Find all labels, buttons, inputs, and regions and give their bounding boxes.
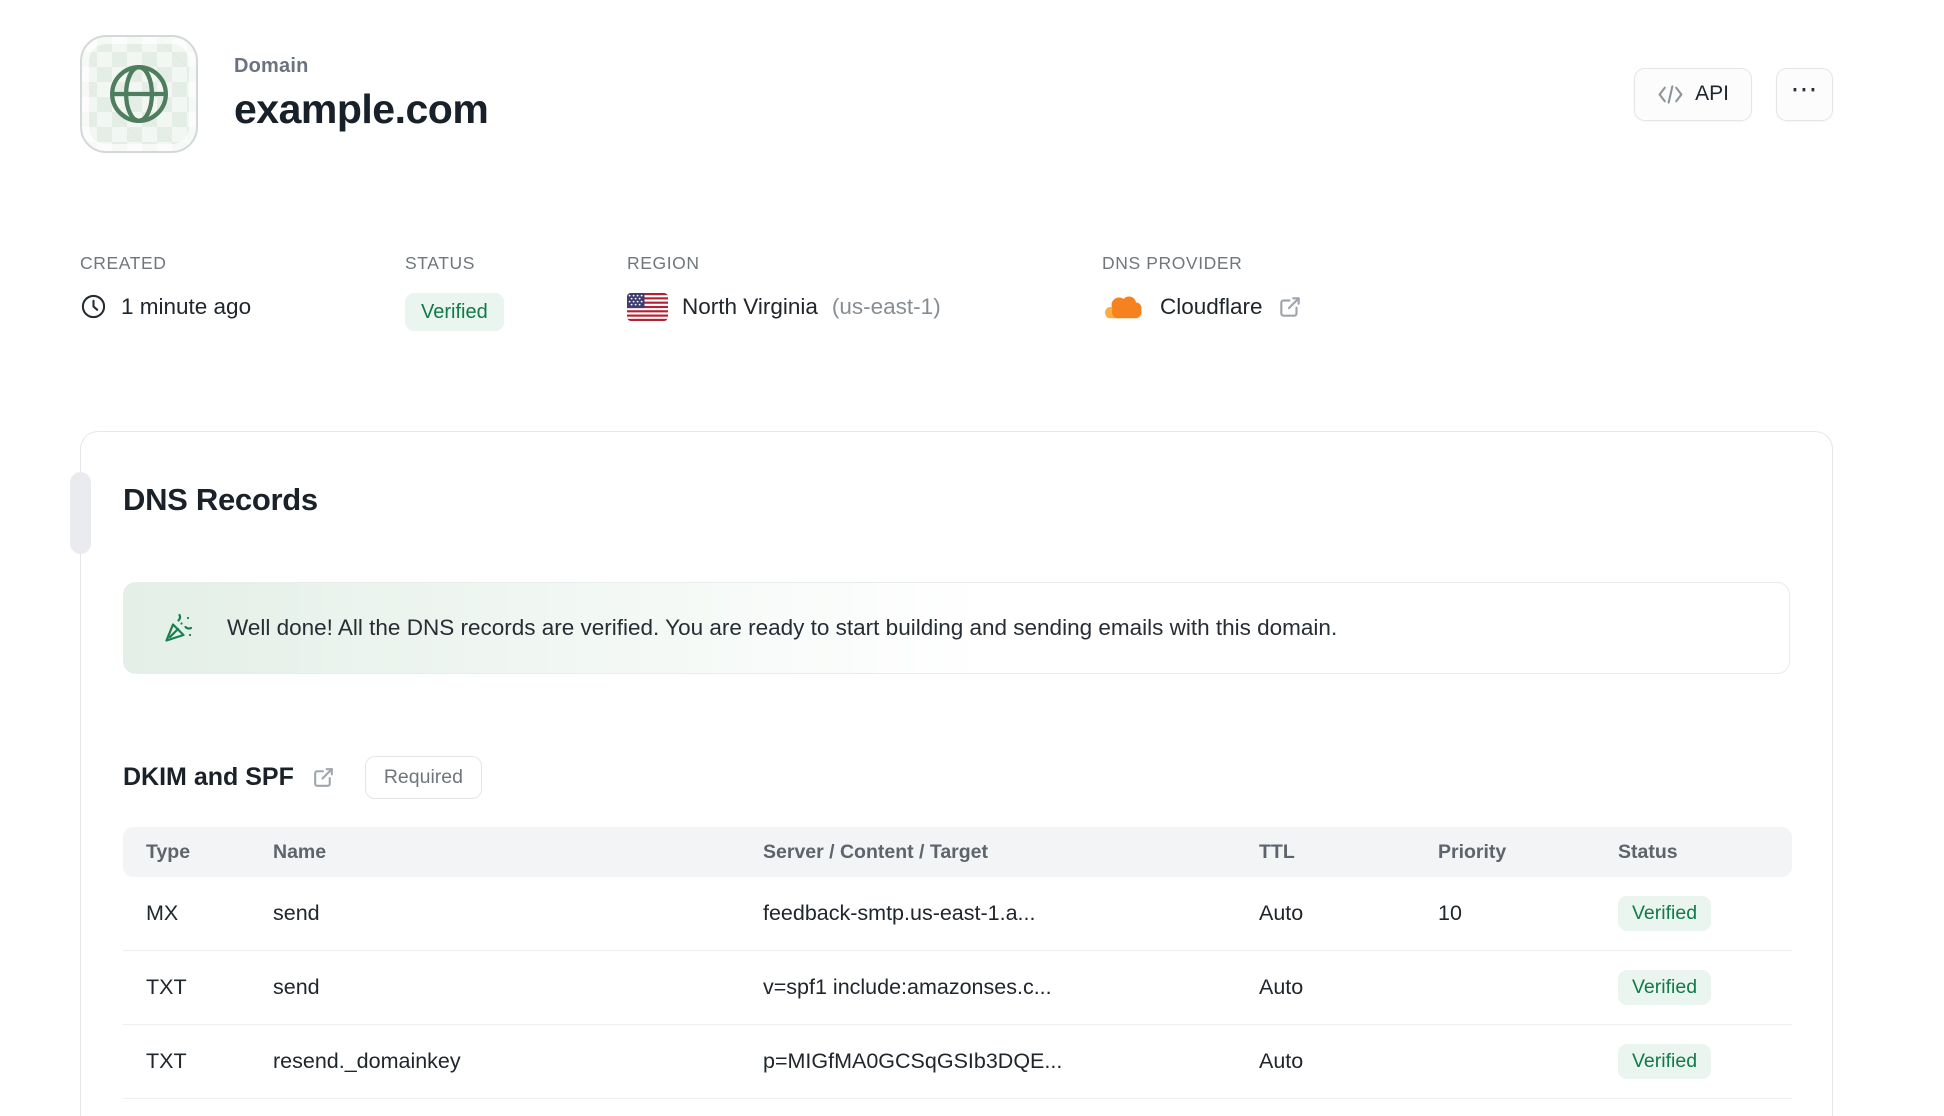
created-label: CREATED <box>80 253 167 273</box>
col-priority: Priority <box>1438 840 1507 863</box>
col-ttl: TTL <box>1259 840 1295 863</box>
table-row[interactable]: TXT send v=spf1 include:amazonses.c... A… <box>123 951 1792 1025</box>
table-row[interactable]: TXT resend._domainkey p=MIGfMA0GCSqGSIb3… <box>123 1025 1792 1099</box>
region-label: REGION <box>627 253 700 273</box>
col-content: Server / Content / Target <box>763 840 989 863</box>
col-type: Type <box>146 840 191 863</box>
domain-titles: Domain example.com <box>234 55 489 133</box>
external-link-icon[interactable] <box>1277 294 1303 320</box>
dns-records-title: DNS Records <box>123 482 318 517</box>
status-badge: Verified <box>405 293 504 331</box>
col-name: Name <box>273 840 327 863</box>
domain-meta-row: CREATED 1 minute ago STATUS Verified REG… <box>80 253 1833 331</box>
created-value: 1 minute ago <box>121 293 252 319</box>
api-button-label: API <box>1695 82 1729 105</box>
code-icon <box>1657 83 1684 106</box>
record-name: send <box>273 975 320 999</box>
ellipsis-icon: ⋯ <box>1790 73 1819 104</box>
region-value: North Virginia <box>682 294 818 319</box>
external-link-icon[interactable] <box>311 765 336 790</box>
record-ttl: Auto <box>1259 901 1304 925</box>
record-name: send <box>273 901 320 925</box>
api-button[interactable]: API <box>1634 67 1752 121</box>
more-options-button[interactable]: ⋯ <box>1776 67 1833 121</box>
dns-records-table: Type Name Server / Content / Target TTL … <box>123 827 1792 1099</box>
dns-provider-value: Cloudflare <box>1160 294 1263 319</box>
cloudflare-icon <box>1102 293 1146 321</box>
party-popper-icon <box>159 610 195 646</box>
dns-records-card: DNS Records Well done! All the DNS recor… <box>70 431 1833 1116</box>
region-code: (us-east-1) <box>831 294 941 319</box>
scroll-indicator[interactable] <box>70 472 91 554</box>
record-status-badge: Verified <box>1618 969 1712 1006</box>
record-type: TXT <box>146 1049 187 1073</box>
record-content: v=spf1 include:amazonses.c... <box>763 975 1052 999</box>
record-ttl: Auto <box>1259 975 1304 999</box>
success-banner: Well done! All the DNS records are verif… <box>123 582 1790 674</box>
dns-provider-label: DNS PROVIDER <box>1102 253 1243 273</box>
clock-icon <box>80 293 107 320</box>
record-ttl: Auto <box>1259 1049 1304 1073</box>
globe-icon <box>106 61 172 127</box>
domain-detail-page: Domain example.com API ⋯ CREATED 1 minut… <box>70 35 1833 1116</box>
meta-created: CREATED 1 minute ago <box>80 253 405 331</box>
table-row[interactable]: MX send feedback-smtp.us-east-1.a... Aut… <box>123 877 1792 951</box>
record-status-badge: Verified <box>1618 1043 1712 1080</box>
domain-eyebrow: Domain <box>234 55 309 77</box>
page-title: example.com <box>234 86 489 132</box>
record-type: MX <box>146 901 179 925</box>
meta-region: REGION North Virginia (us-east-1) <box>627 253 1102 331</box>
record-content: feedback-smtp.us-east-1.a... <box>763 901 1036 925</box>
domain-header: Domain example.com API ⋯ <box>80 35 1833 153</box>
domain-avatar <box>80 35 198 153</box>
header-actions: API ⋯ <box>1634 67 1833 121</box>
dkim-spf-section-head: DKIM and SPF Required <box>123 756 1790 799</box>
us-flag-icon <box>627 293 668 321</box>
status-label: STATUS <box>405 253 476 273</box>
record-content: p=MIGfMA0GCSqGSIb3DQE... <box>763 1049 1063 1073</box>
required-badge: Required <box>364 756 482 799</box>
success-banner-message: Well done! All the DNS records are verif… <box>227 615 1338 640</box>
table-header-row: Type Name Server / Content / Target TTL … <box>123 827 1792 877</box>
record-name: resend._domainkey <box>273 1049 461 1073</box>
meta-dns-provider: DNS PROVIDER Cloudflare <box>1102 253 1303 331</box>
record-type: TXT <box>146 975 187 999</box>
record-status-badge: Verified <box>1618 895 1712 932</box>
col-status: Status <box>1618 840 1678 863</box>
meta-status: STATUS Verified <box>405 253 627 331</box>
dkim-spf-title: DKIM and SPF <box>123 763 294 791</box>
record-priority: 10 <box>1438 901 1462 925</box>
